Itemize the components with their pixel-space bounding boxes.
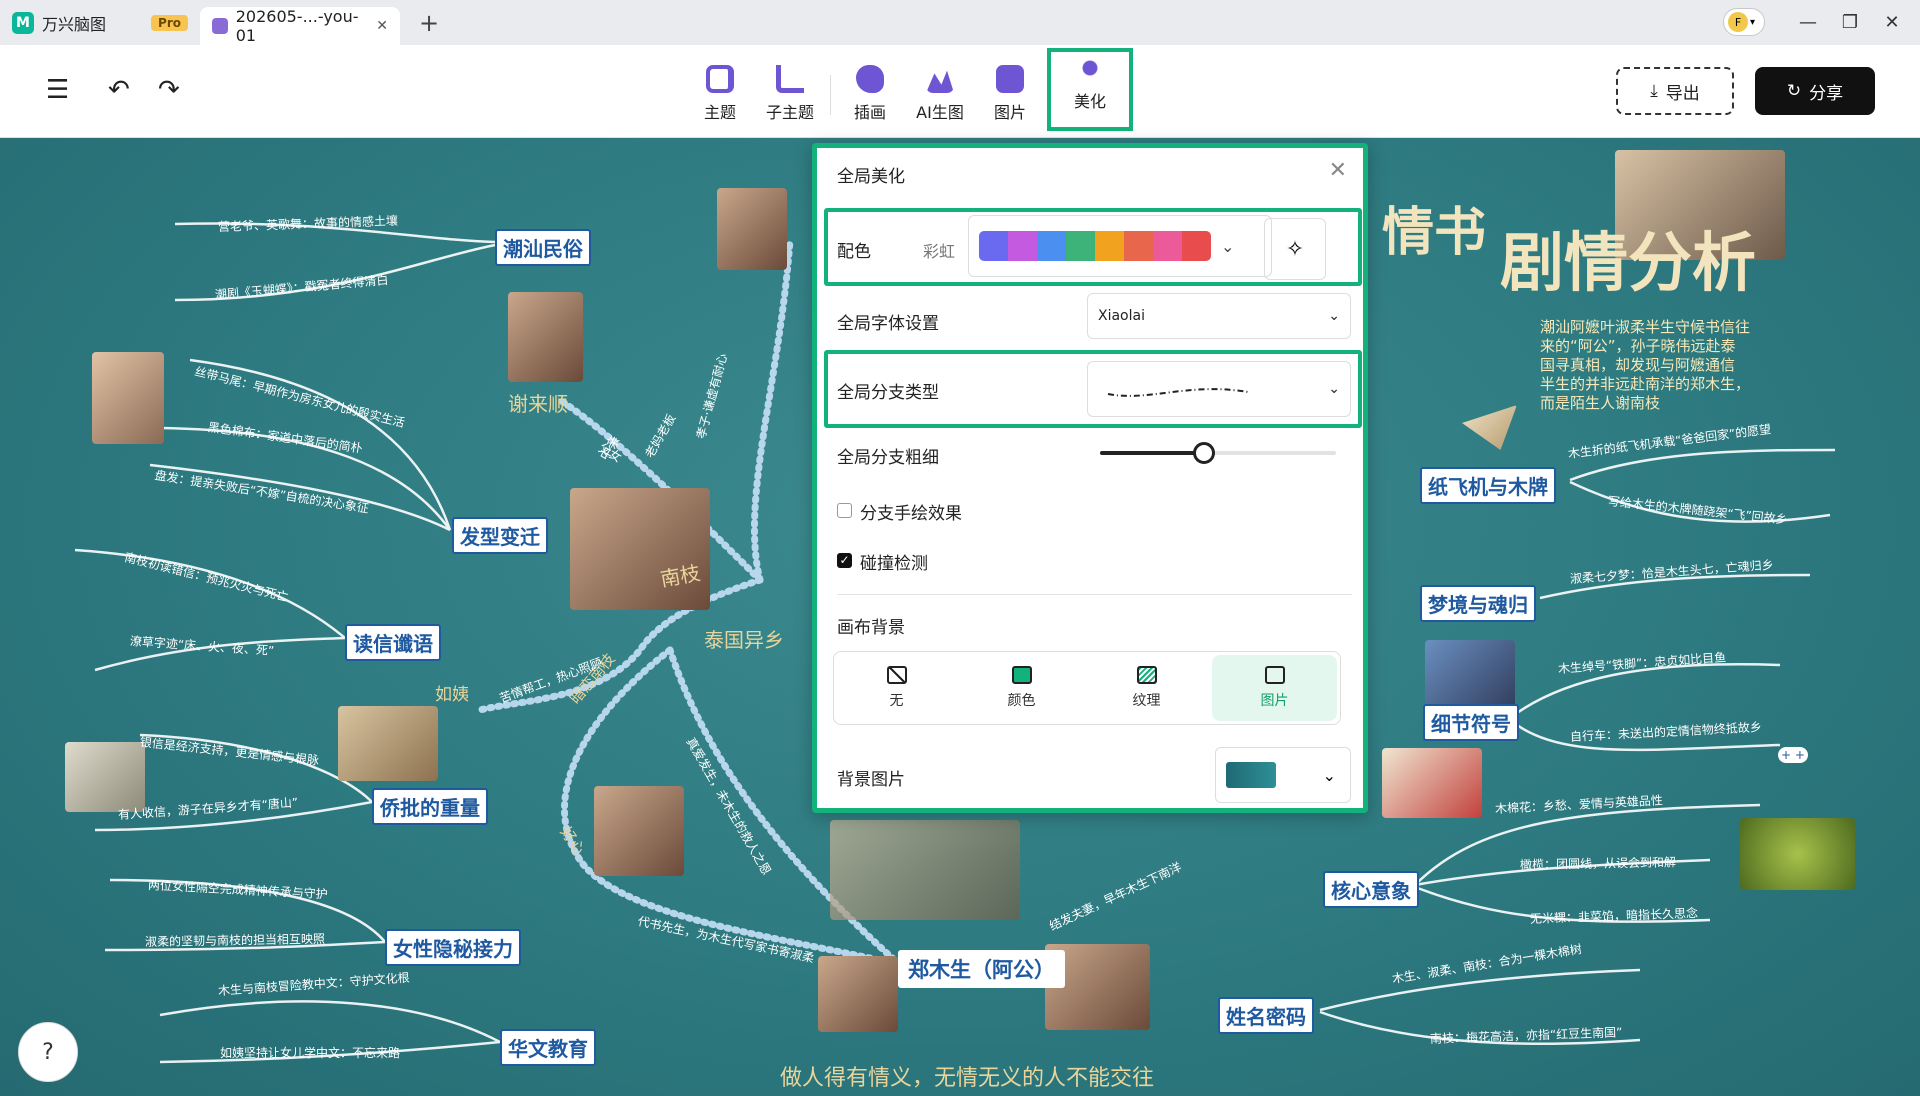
character-photo[interactable] <box>570 488 710 610</box>
branch-width-slider[interactable] <box>1100 442 1336 464</box>
color-swatch <box>979 231 1008 261</box>
character-photo[interactable] <box>92 352 164 444</box>
branch-name-1 <box>1319 968 1641 1012</box>
color-scheme-select[interactable]: ⌄ <box>968 215 1272 277</box>
bg-option-none[interactable]: 无 <box>834 652 959 724</box>
branch-main-up <box>751 236 794 584</box>
character-label[interactable]: 谢来顺 <box>508 388 568 417</box>
summary-line: 来的“阿公”，孙子晓伟远赴泰 <box>1540 337 1736 355</box>
collision-checkbox[interactable]: ✓ <box>837 553 852 568</box>
bg-option-color[interactable]: 颜色 <box>959 652 1084 724</box>
letter-photo[interactable] <box>338 706 438 781</box>
slider-fill <box>1100 451 1204 455</box>
leaf-text[interactable]: 如姨坚持让女儿学中文：不忘来路 <box>220 1044 400 1061</box>
color-swatch <box>1153 231 1182 261</box>
character-photo[interactable] <box>818 956 898 1032</box>
topic-plane[interactable]: 纸飞机与木牌 <box>1420 467 1556 504</box>
color-swatch <box>1037 231 1066 261</box>
divider <box>837 594 1352 595</box>
background-image-label: 背景图片 <box>837 770 905 790</box>
branch-type-select[interactable]: ⌄ <box>1087 361 1351 417</box>
chevron-down-icon: ⌄ <box>1328 308 1340 324</box>
leaf-text[interactable]: 淑柔的坚韧与南枝的担当相互映照 <box>145 930 325 950</box>
topic-edu[interactable]: 华文教育 <box>500 1029 596 1066</box>
character-photo[interactable] <box>594 786 684 876</box>
illustration-photo[interactable] <box>830 820 1020 920</box>
expand-node-button[interactable]: + + <box>1778 747 1808 763</box>
global-beautify-panel: 全局美化 ✕ 配色 彩虹 ⌄ ✧ 全局字体设置 Xiaolai ⌄ 全局分支类型… <box>812 143 1368 813</box>
color-swatch <box>1182 231 1211 261</box>
hand-drawn-label[interactable]: 分支手绘效果 <box>860 499 962 524</box>
bg-option-label: 颜色 <box>1007 693 1036 709</box>
chevron-down-icon: ⌄ <box>1328 381 1340 397</box>
background-type-tabs: 无 颜色 纹理 图片 <box>833 651 1341 725</box>
bg-option-label: 纹理 <box>1132 693 1161 709</box>
branch-style-preview <box>1107 388 1249 397</box>
texture-icon <box>1136 666 1157 684</box>
color-swatch <box>1066 231 1095 261</box>
bg-option-image[interactable]: 图片 <box>1212 655 1337 721</box>
background-thumbnail <box>1226 762 1276 788</box>
color-scheme-name: 彩虹 <box>923 242 956 261</box>
question-icon: ? <box>42 1039 54 1065</box>
canvas-background-label: 画布背景 <box>837 618 905 638</box>
no-background-icon <box>886 666 907 684</box>
summary-line: 而是陌生人谢南枝 <box>1540 394 1661 412</box>
bottom-quote[interactable]: 做人得有情义，无情无义的人不能交往 <box>780 1060 1154 1092</box>
font-select-value: Xiaolai <box>1098 308 1145 324</box>
topic-remit[interactable]: 侨批的重量 <box>372 788 488 825</box>
background-image-select[interactable]: ⌄ <box>1215 747 1351 803</box>
kapok-flower-photo[interactable] <box>1382 748 1482 818</box>
central-topic[interactable]: 郑木生（阿公） <box>898 950 1065 988</box>
chevron-down-icon: ⌄ <box>1221 236 1235 256</box>
font-setting-label: 全局字体设置 <box>837 314 939 334</box>
topic-hair[interactable]: 发型变迁 <box>452 517 548 554</box>
character-photo[interactable] <box>508 292 583 382</box>
magic-wand-icon: ✧ <box>1285 236 1305 262</box>
font-select[interactable]: Xiaolai ⌄ <box>1087 293 1351 339</box>
chevron-down-icon: ⌄ <box>1322 765 1336 785</box>
collision-label[interactable]: 碰撞检测 <box>860 549 928 574</box>
character-label[interactable]: 如姨 <box>435 680 469 705</box>
section-label[interactable]: 泰国异乡 <box>704 624 784 653</box>
bg-option-label: 图片 <box>1260 693 1289 709</box>
hand-drawn-checkbox[interactable] <box>837 503 852 518</box>
slider-handle[interactable] <box>1192 442 1215 464</box>
help-button[interactable]: ? <box>18 1022 78 1082</box>
mindmap-title[interactable]: 剧情分析 <box>1500 212 1756 304</box>
color-swatch <box>1124 231 1153 261</box>
character-photo[interactable] <box>717 188 787 270</box>
topic-chaoshan[interactable]: 潮汕民俗 <box>495 229 591 266</box>
topic-letter[interactable]: 读信谶语 <box>345 624 441 661</box>
mindmap-subtitle[interactable]: 情书 <box>1382 190 1486 265</box>
topic-women[interactable]: 女性隐秘接力 <box>385 929 521 966</box>
color-swatch <box>1008 231 1037 261</box>
random-color-button[interactable]: ✧ <box>1264 218 1326 280</box>
bg-option-texture[interactable]: 纹理 <box>1084 652 1209 724</box>
branch-detail-1 <box>1509 663 1781 719</box>
leaf-text[interactable]: 橄榄：团圆线，从误会到和解 <box>1520 853 1676 873</box>
topic-name[interactable]: 姓名密码 <box>1218 997 1314 1034</box>
topic-detail[interactable]: 细节符号 <box>1423 704 1519 741</box>
olives-photo[interactable] <box>1740 818 1855 890</box>
color-fill-icon <box>1011 666 1032 684</box>
branch-letter-1 <box>74 548 346 639</box>
color-scheme-label: 配色 <box>837 242 871 262</box>
branch-edu-1 <box>159 1000 501 1044</box>
summary-line: 国寻真相，却发现与阿嬷通信 <box>1540 356 1736 374</box>
image-icon <box>1264 666 1285 684</box>
color-swatch <box>1095 231 1124 261</box>
color-swatches <box>979 231 1211 261</box>
close-icon[interactable]: ✕ <box>1329 158 1347 183</box>
bg-option-label: 无 <box>889 693 904 709</box>
summary-line: 潮汕阿嬷叶淑柔半生守候书信往 <box>1540 318 1751 336</box>
summary-line: 半生的并非远赴南洋的郑木生， <box>1540 375 1751 393</box>
panel-title: 全局美化 <box>837 167 905 187</box>
topic-dream[interactable]: 梦境与魂归 <box>1420 585 1536 622</box>
branch-type-label: 全局分支类型 <box>837 383 939 403</box>
branch-width-label: 全局分支粗细 <box>837 448 939 468</box>
plaque-photo[interactable] <box>65 742 145 812</box>
topic-core[interactable]: 核心意象 <box>1323 871 1419 908</box>
